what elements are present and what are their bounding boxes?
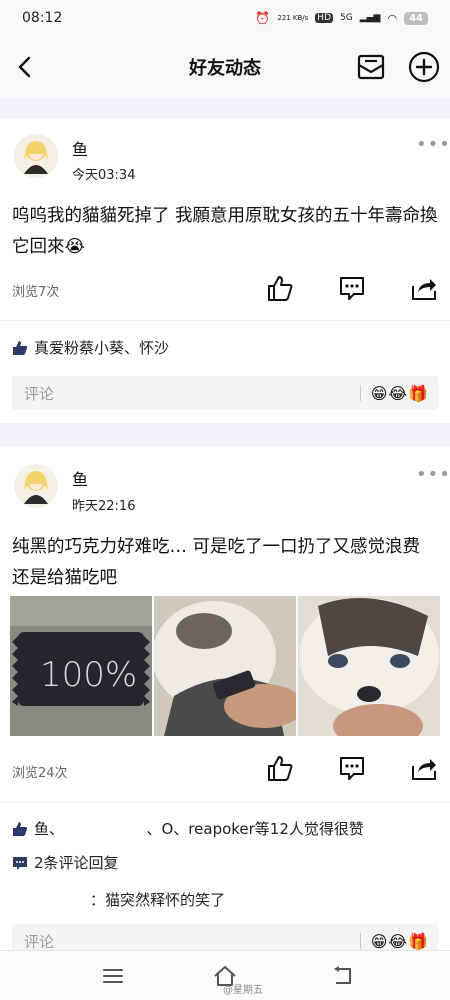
cat-image <box>298 596 440 736</box>
share-button[interactable] <box>408 752 440 784</box>
post-time: 今天03:34 <box>72 168 136 183</box>
comment-icon <box>13 856 27 870</box>
separator <box>359 385 361 401</box>
signal-icon: ▂▄▆ <box>359 13 381 23</box>
avatar[interactable] <box>14 464 58 508</box>
likes-row: 鱼、 、O、reapoker等12人觉得很赞 <box>12 818 364 839</box>
photo-cat-2[interactable] <box>298 596 440 736</box>
menu-button[interactable] <box>100 963 126 989</box>
navigation-bar: 好友动态 <box>0 36 450 98</box>
status-time: 08:12 <box>22 10 63 26</box>
status-bar: 08:12 ⏰ 221 KB/s HD 5G ▂▄▆ ◠ 44 <box>0 0 450 36</box>
thumbs-up-icon <box>268 756 293 781</box>
bottom-navigation: @星期五 <box>0 950 450 1000</box>
like-button[interactable] <box>264 272 296 304</box>
photo-chocolate[interactable]: 100% <box>10 596 152 736</box>
emoji-gift[interactable]: 🎁 <box>408 384 428 403</box>
wifi-icon: ◠ <box>387 11 398 25</box>
likes-text[interactable]: 真爱粉蔡小葵、怀沙 <box>34 337 169 358</box>
post-card: 鱼 今天03:34 ••• 呜呜我的貓貓死掉了 我願意用原耽女孩的五十年壽命換它… <box>0 118 450 423</box>
signal-label: 5G <box>340 13 353 23</box>
separator <box>359 933 361 949</box>
post-time: 昨天22:16 <box>72 499 136 514</box>
share-icon <box>412 759 436 780</box>
emoji-grin[interactable]: 😁 <box>371 932 388 951</box>
avatar[interactable] <box>14 134 58 178</box>
status-icons: ⏰ 221 KB/s HD 5G ▂▄▆ ◠ 44 <box>255 11 428 25</box>
author-name[interactable]: 鱼 <box>72 466 88 490</box>
emoji-grin[interactable]: 😁 <box>371 384 388 403</box>
menu-icon <box>103 969 123 983</box>
emoji-shortcuts: 😁 😂 🎁 <box>371 384 438 403</box>
emoji-shortcuts: 😁 😂 🎁 <box>371 932 438 951</box>
avatar-image <box>24 471 48 504</box>
return-button[interactable] <box>330 963 356 989</box>
post-text: 纯黑的巧克力好难吃… 可是吃了一口扔了又感觉浪费 还是给猫吃吧 <box>12 537 421 588</box>
page-title: 好友动态 <box>189 58 261 79</box>
back-button[interactable] <box>10 52 40 82</box>
chocolate-image: 100% <box>10 596 152 736</box>
comment-input[interactable]: 评论 <box>12 931 360 952</box>
add-icon <box>408 51 440 83</box>
thumbs-up-icon <box>13 340 27 355</box>
comment-icon <box>340 277 364 300</box>
photo-cat-1[interactable] <box>154 596 296 736</box>
add-post-button[interactable] <box>406 49 442 85</box>
battery-indicator: 44 <box>404 11 428 25</box>
comment-count-row[interactable]: 2条评论回复 <box>12 852 119 873</box>
likes-row: 真爱粉蔡小葵、怀沙 <box>12 337 169 358</box>
messages-button[interactable] <box>354 50 388 84</box>
cat-image <box>154 596 296 736</box>
more-icon[interactable]: ••• <box>416 136 450 156</box>
network-speed: 221 KB/s <box>277 14 309 22</box>
alarm-icon: ⏰ <box>255 11 271 25</box>
comment-input[interactable]: 评论 <box>12 383 360 404</box>
view-count: 浏览7次 <box>12 285 60 300</box>
share-button[interactable] <box>408 272 440 304</box>
emoji-joy[interactable]: 😂 <box>388 932 407 951</box>
hd-badge: HD <box>315 13 333 23</box>
back-icon <box>18 56 31 78</box>
post-text: 呜呜我的貓貓死掉了 我願意用原耽女孩的五十年壽命換它回來😭 <box>12 206 438 257</box>
divider <box>0 320 450 321</box>
emoji-gift[interactable]: 🎁 <box>408 932 428 951</box>
more-icon[interactable]: ••• <box>416 466 450 486</box>
thumbs-up-icon <box>268 276 293 301</box>
emoji-joy[interactable]: 😂 <box>388 384 407 403</box>
share-icon <box>412 279 436 300</box>
comment-button[interactable] <box>336 752 368 784</box>
thumbs-up-icon <box>13 821 27 836</box>
comment-bar: 评论 😁 😂 🎁 <box>12 376 438 410</box>
return-icon <box>334 966 351 984</box>
author-name[interactable]: 鱼 <box>72 136 88 160</box>
mail-icon <box>357 54 385 80</box>
reply-text[interactable]: ：猫突然释怀的笑了 <box>90 889 225 910</box>
like-button[interactable] <box>264 752 296 784</box>
chocolate-label: 100% <box>40 655 137 695</box>
comment-button[interactable] <box>336 272 368 304</box>
likes-text[interactable]: 鱼、 、O、reapoker等12人觉得很赞 <box>34 818 364 839</box>
watermark: @星期五 <box>223 985 263 996</box>
avatar-image <box>24 141 48 174</box>
view-count: 浏览24次 <box>12 766 68 781</box>
comment-icon <box>340 757 364 780</box>
comment-count: 2条评论回复 <box>34 854 119 872</box>
divider <box>0 802 450 803</box>
post-card: 鱼 昨天22:16 ••• 纯黑的巧克力好难吃… 可是吃了一口扔了又感觉浪费 还… <box>0 446 450 958</box>
